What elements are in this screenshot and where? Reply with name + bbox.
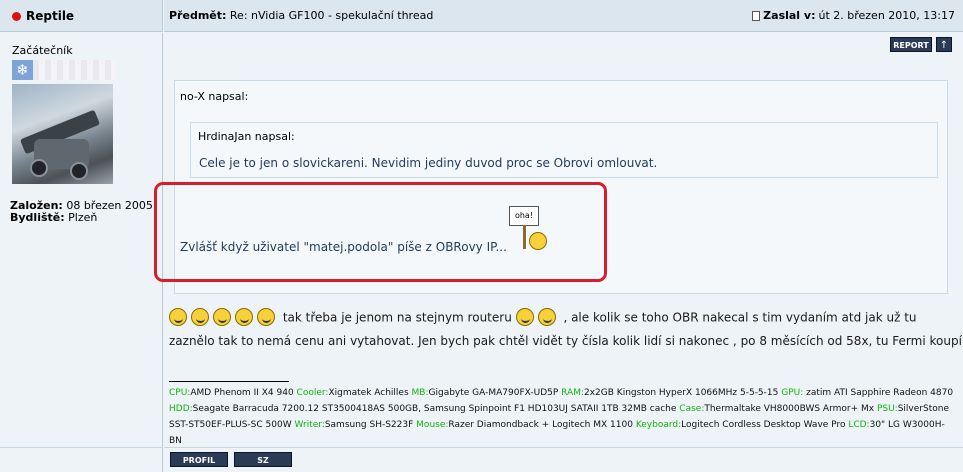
red-highlight-box: [154, 182, 607, 282]
sig-value: 2x2GB Kingston HyperX 1066MHz 5-5-5-15: [584, 388, 779, 398]
post-link-icon[interactable]: [752, 10, 761, 21]
signature: CPU:AMD Phenom II X4 940 Cooler:Xigmatek…: [169, 385, 955, 449]
signature-divider: [169, 381, 289, 382]
rank-bar-fill: [33, 60, 116, 80]
quote-inner-author: HrdinaJan napsal:: [198, 130, 295, 143]
sig-key: Cooler:: [296, 388, 329, 398]
smiley-grin-icon: [537, 308, 556, 326]
message-text: tak třeba je jenom na stejnym routeru: [282, 310, 512, 325]
back-to-top-button[interactable]: ↑: [936, 37, 952, 52]
private-message-button[interactable]: SZ: [234, 452, 292, 467]
sig-value: Seagate Barracuda 7200.12 ST3500418AS 50…: [192, 404, 677, 414]
author-profile: Začátečník ❄ Založen: 08 březen 2005 Byd…: [0, 33, 163, 472]
smiley-grin-icon: [169, 308, 187, 326]
avatar-graphic: [30, 159, 48, 177]
report-button[interactable]: REPORT: [890, 37, 932, 52]
smiley-grin-icon: [257, 308, 275, 326]
avatar: [12, 84, 113, 184]
quote-outer-author: no-X napsal:: [180, 90, 249, 103]
profile-button[interactable]: PROFIL: [170, 452, 228, 467]
subject-label: Předmět:: [169, 9, 227, 22]
quote-inner-text: Cele je to jen o slovickareni. Nevidim j…: [199, 156, 658, 170]
sig-value: AMD Phenom II X4 940: [190, 388, 294, 398]
sig-key: MB:: [411, 388, 429, 398]
post-author-header: Reptile: [0, 0, 163, 32]
sig-value: Thermaltake VH8000BWS Armor+ Mx: [704, 404, 875, 414]
sig-value: zatim ATI Sapphire Radeon 4870: [803, 388, 954, 398]
sig-value: Logitech Cordless Desktop Wave Pro: [681, 420, 846, 430]
sig-key: Case:: [679, 404, 705, 414]
post-date: Zaslal v: út 2. březen 2010, 13:17: [752, 9, 955, 22]
profile-meta: Založen: 08 březen 2005 Bydliště: Plzeň: [10, 200, 153, 224]
message-text: , ale kolik se toho OBR nakecal s tim vy…: [563, 310, 917, 325]
smiley-grin-icon: [235, 308, 253, 326]
post-footer: PROFIL SZ: [164, 447, 963, 472]
author-name-label[interactable]: Reptile: [26, 9, 74, 23]
sig-key: Writer:: [294, 420, 325, 430]
snowflake-icon: ❄: [12, 60, 33, 80]
subject-text: Re: nVidia GF100 - spekulační thread: [229, 9, 434, 22]
sig-key: GPU:: [781, 388, 804, 398]
sig-value: Xigmatek Achilles: [328, 388, 409, 398]
sig-value: Samsung SH-S223F: [324, 420, 414, 430]
message-line-1: tak třeba je jenom na stejnym routeru , …: [169, 308, 917, 327]
quote-block-inner: HrdinaJan napsal: Cele je to jen o slovi…: [190, 122, 938, 178]
location-value: Plzeň: [68, 211, 98, 224]
sig-value: Gigabyte GA-MA790FX-UD5P: [428, 388, 559, 398]
sig-key: RAM:: [561, 388, 584, 398]
message-line-2: zaznělo tak to nemá cenu ani vytahovat. …: [169, 334, 962, 348]
sig-key: PSU:: [876, 404, 898, 414]
post-subject: Předmět: Re: nVidia GF100 - spekulační t…: [169, 9, 433, 22]
smiley-grin-icon: [213, 308, 231, 326]
smiley-grin-icon: [191, 308, 209, 326]
post-subject-header: Předmět: Re: nVidia GF100 - spekulační t…: [164, 0, 963, 32]
avatar-graphic: [70, 162, 88, 180]
sig-value: Razer Diamondback + Logitech MX 1100: [448, 420, 633, 430]
location-label: Bydliště:: [10, 211, 65, 224]
user-rank: Začátečník: [12, 44, 73, 57]
sig-key: Keyboard:: [635, 420, 682, 430]
author-name[interactable]: Reptile: [12, 9, 74, 23]
posted-date-text: út 2. březen 2010, 13:17: [818, 9, 955, 22]
posted-label: Zaslal v:: [763, 9, 816, 22]
rank-image: ❄: [12, 60, 116, 80]
smiley-grin-icon: [515, 308, 534, 326]
forum-post: Reptile Předmět: Re: nVidia GF100 - spek…: [0, 0, 963, 472]
sig-key: CPU:: [169, 388, 191, 398]
sig-key: LCD:: [848, 420, 870, 430]
sig-key: Mouse:: [416, 420, 449, 430]
profile-footer: [0, 447, 163, 472]
offline-status-icon: [12, 11, 21, 21]
sig-key: HDD:: [169, 404, 193, 414]
